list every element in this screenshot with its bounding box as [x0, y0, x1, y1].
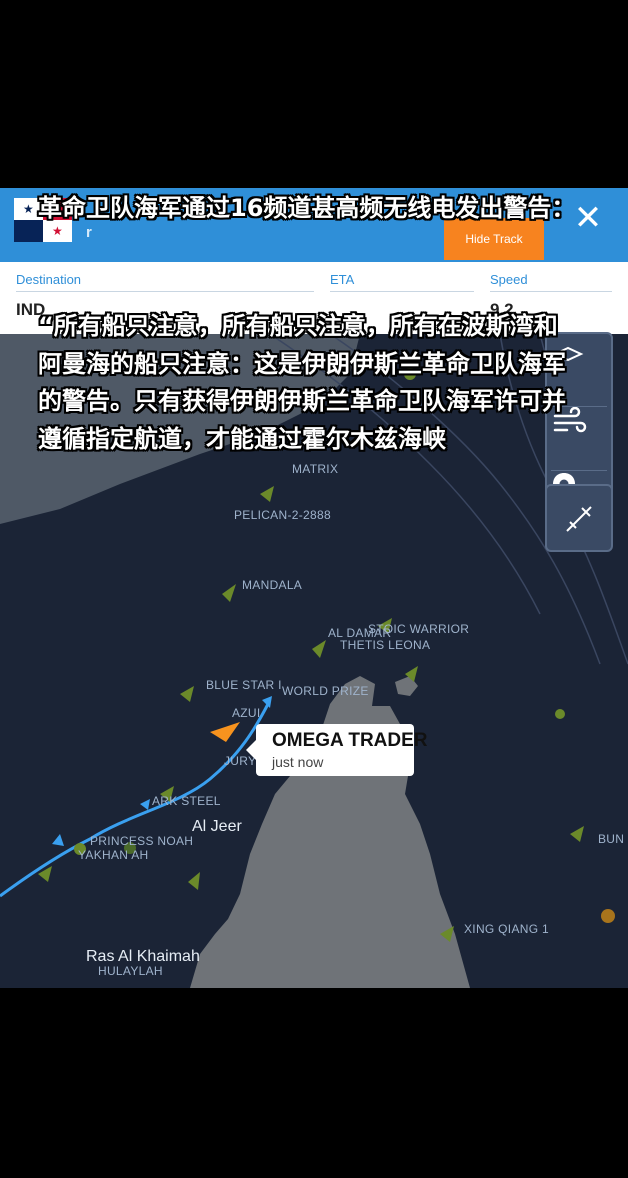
speed-label: Speed — [490, 272, 612, 292]
vessel-marker-icon — [260, 486, 274, 502]
map-vessel-label[interactable]: XING QIANG 1 — [464, 922, 549, 936]
measure-button[interactable] — [551, 488, 607, 550]
caption-line-1: 革命卫队海军通过16频道甚高频无线电发出警告： — [38, 194, 576, 222]
map-vessel-label[interactable]: AZUI — [232, 706, 261, 720]
callout-vessel-name: OMEGA TRADER — [272, 730, 428, 751]
callout-timestamp: just now — [272, 754, 324, 770]
track-arrow-icon — [52, 834, 64, 846]
vessel-marker-icon — [555, 709, 565, 719]
vessel-callout[interactable]: OMEGA TRADER just now — [246, 724, 428, 776]
map-vessel-label[interactable]: WORLD PRIZE — [282, 684, 369, 698]
map-place-label: HULAYLAH — [98, 964, 163, 978]
map-vessel-label[interactable]: ARK STEEL — [152, 794, 221, 808]
vessel-marker-icon — [570, 826, 584, 842]
map-vessel-label[interactable]: YAKHAN AH — [78, 848, 149, 862]
eta-column: ETA — [330, 272, 474, 292]
measure-control — [545, 484, 613, 552]
map-vessel-label[interactable]: PELICAN-2-2888 — [234, 508, 331, 522]
map-vessel-label[interactable]: BUN — [598, 832, 624, 846]
caption-line-2: “所有船只注意，所有船只注意，所有在波斯湾和阿曼海的船只注意：这是伊朗伊斯兰革命… — [38, 312, 566, 453]
place-label-al-jeer: Al Jeer — [192, 818, 242, 835]
vessel-marker-icon — [222, 584, 236, 602]
vessel-subtitle: r — [86, 224, 92, 241]
callout-pointer — [246, 740, 256, 760]
vessel-marker-icon — [180, 686, 194, 702]
vessel-marker-icon — [601, 909, 615, 923]
track-arrow-icon — [140, 799, 150, 810]
place-label-ras-al-khaimah: Ras Al Khaimah — [86, 948, 200, 965]
vessel-marker-icon — [188, 872, 200, 890]
map-vessel-label[interactable]: MANDALA — [242, 578, 302, 592]
measure-icon — [566, 506, 592, 532]
map-vessel-label[interactable]: STOIC WARRIOR — [368, 622, 469, 636]
eta-label: ETA — [330, 272, 474, 292]
selected-vessel-icon — [210, 722, 240, 742]
destination-label: Destination — [16, 272, 314, 292]
vessel-marker-icon — [312, 640, 326, 658]
map-vessel-label[interactable]: THETIS LEONA — [340, 638, 430, 652]
map-vessel-label[interactable]: MATRIX — [292, 462, 338, 476]
map-vessel-label[interactable]: BLUE STAR I — [206, 678, 282, 692]
map-vessel-label[interactable]: PRINCESS NOAH — [90, 834, 193, 848]
